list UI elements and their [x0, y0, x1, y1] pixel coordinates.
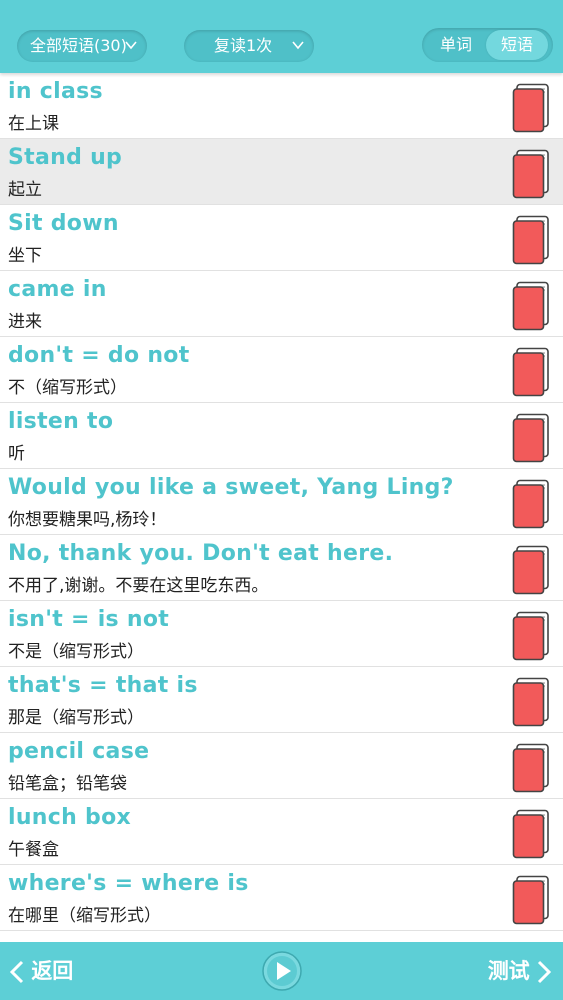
- top-bar: 全部短语(30) 复读1次 单词 短语: [0, 0, 563, 73]
- phrase-row[interactable]: isn't = is not 不是（缩写形式）: [0, 601, 563, 667]
- phrase-english: Stand up: [8, 145, 123, 170]
- chevron-down-icon: [292, 41, 304, 50]
- phrase-english: listen to: [8, 409, 114, 434]
- phrase-chinese: 在哪里（缩写形式）: [8, 906, 161, 926]
- words-phrases-toggle[interactable]: 单词 短语: [422, 28, 553, 62]
- phrase-chinese: 进来: [8, 312, 42, 332]
- phrase-english: No, thank you. Don't eat here.: [8, 541, 394, 566]
- book-icon[interactable]: [512, 875, 550, 925]
- book-icon[interactable]: [512, 83, 550, 133]
- phrase-chinese: 铅笔盒；铅笔袋: [8, 774, 127, 794]
- phrase-filter-label: 全部短语(30): [30, 36, 127, 55]
- phrase-row[interactable]: No, thank you. Don't eat here. 不用了,谢谢。不要在…: [0, 535, 563, 601]
- phrase-english: lunch box: [8, 805, 131, 830]
- phrase-english: in class: [8, 79, 103, 104]
- book-icon[interactable]: [512, 413, 550, 463]
- phrase-english: Would you like a sweet, Yang Ling?: [8, 475, 454, 500]
- phrase-chinese: 那是（缩写形式）: [8, 708, 144, 728]
- phrase-chinese: 不用了,谢谢。不要在这里吃东西。: [8, 576, 269, 596]
- phrase-row[interactable]: pencil case 铅笔盒；铅笔袋: [0, 733, 563, 799]
- phrase-row[interactable]: Sit down 坐下: [0, 205, 563, 271]
- phrase-chinese: 在上课: [8, 114, 59, 134]
- phrase-english: that's = that is: [8, 673, 198, 698]
- phrase-row[interactable]: lunch box 午餐盒: [0, 799, 563, 865]
- phrase-row[interactable]: where's = where is 在哪里（缩写形式）: [0, 865, 563, 931]
- test-label: 测试: [487, 959, 530, 983]
- back-label: 返回: [31, 959, 74, 983]
- toggle-phrases-option[interactable]: 短语: [486, 30, 548, 60]
- phrase-filter-dropdown[interactable]: 全部短语(30): [17, 30, 147, 62]
- phrase-chinese: 坐下: [8, 246, 42, 266]
- chevron-left-icon: [9, 960, 24, 984]
- book-icon[interactable]: [512, 677, 550, 727]
- test-button[interactable]: 测试: [487, 956, 552, 986]
- book-icon[interactable]: [512, 545, 550, 595]
- book-icon[interactable]: [512, 149, 550, 199]
- phrase-chinese: 不（缩写形式）: [8, 378, 127, 398]
- book-icon[interactable]: [512, 347, 550, 397]
- phrase-english: Sit down: [8, 211, 119, 236]
- play-icon[interactable]: [262, 951, 302, 991]
- bottom-bar: 返回 测试: [0, 942, 563, 1000]
- phrase-row[interactable]: Stand up 起立: [0, 139, 563, 205]
- phrase-english: isn't = is not: [8, 607, 170, 632]
- phrase-chinese: 听: [8, 444, 25, 464]
- book-icon[interactable]: [512, 479, 550, 529]
- repeat-count-label: 复读1次: [214, 36, 273, 55]
- phrase-row[interactable]: don't = do not 不（缩写形式）: [0, 337, 563, 403]
- phrase-row[interactable]: Would you like a sweet, Yang Ling? 你想要糖果吗…: [0, 469, 563, 535]
- toggle-words-option[interactable]: 单词: [425, 30, 487, 60]
- phrase-row[interactable]: came in 进来: [0, 271, 563, 337]
- phrase-english: pencil case: [8, 739, 150, 764]
- book-icon[interactable]: [512, 743, 550, 793]
- phrase-row[interactable]: that's = that is 那是（缩写形式）: [0, 667, 563, 733]
- chevron-right-icon: [537, 960, 552, 984]
- phrase-chinese: 起立: [8, 180, 42, 200]
- phrase-list: in class 在上课 Stand up 起立 Sit down 坐下 came in 进来…: [0, 73, 563, 931]
- phrase-chinese: 你想要糖果吗,杨玲！: [8, 510, 167, 530]
- phrase-chinese: 午餐盒: [8, 840, 59, 860]
- phrase-english: where's = where is: [8, 871, 249, 896]
- phrase-english: don't = do not: [8, 343, 190, 368]
- book-icon[interactable]: [512, 215, 550, 265]
- back-button[interactable]: 返回: [9, 956, 74, 986]
- book-icon[interactable]: [512, 281, 550, 331]
- phrase-row[interactable]: in class 在上课: [0, 73, 563, 139]
- phrase-row[interactable]: listen to 听: [0, 403, 563, 469]
- book-icon[interactable]: [512, 611, 550, 661]
- repeat-count-dropdown[interactable]: 复读1次: [184, 30, 314, 62]
- chevron-down-icon: [125, 41, 137, 50]
- book-icon[interactable]: [512, 809, 550, 859]
- phrase-chinese: 不是（缩写形式）: [8, 642, 144, 662]
- phrase-english: came in: [8, 277, 107, 302]
